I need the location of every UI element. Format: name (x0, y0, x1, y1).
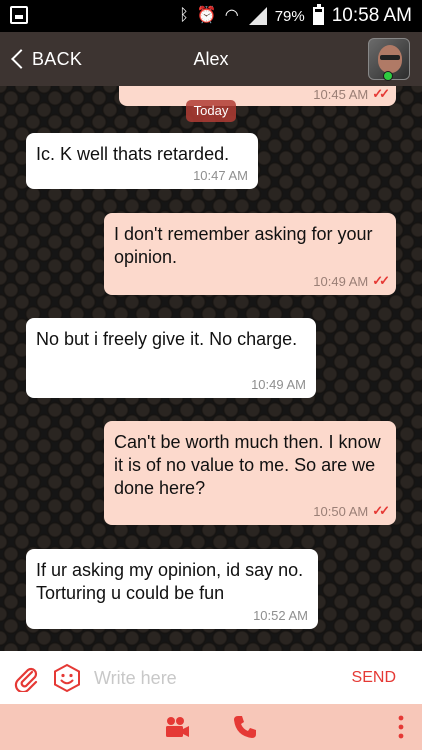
message-bubble-received[interactable]: Ic. K well thats retarded. 10:47 AM (26, 133, 258, 189)
action-bar (0, 704, 422, 750)
message-time: 10:45 AM (313, 86, 369, 102)
message-bubble-sent[interactable]: 10:45 AM ✓✓ (119, 86, 396, 106)
message-bubble-sent[interactable]: Can't be worth much then. I know it is o… (104, 421, 396, 525)
message-text: Can't be worth much then. I know it is o… (114, 432, 381, 498)
message-bubble-received[interactable]: No but i freely give it. No charge. 10:4… (26, 318, 316, 398)
status-icons: ᛒ ⏰ ◠ 79% 10:58 AM (179, 4, 412, 28)
message-meta: 10:45 AM ✓✓ (313, 86, 390, 102)
message-time: 10:50 AM (313, 503, 369, 519)
chat-header: Alex BACK (0, 32, 422, 86)
video-camera-icon[interactable] (164, 714, 190, 740)
wifi-icon: ◠ (224, 7, 239, 24)
message-text: I don't remember asking for your opinion… (114, 224, 373, 267)
message-input[interactable] (94, 661, 334, 695)
battery-icon (312, 4, 324, 25)
back-button[interactable]: BACK (8, 32, 82, 86)
message-meta: 10:50 AM ✓✓ (313, 503, 390, 519)
alarm-icon: ⏰ (196, 7, 217, 24)
message-meta: 10:49 AM (251, 377, 306, 392)
message-bubble-received[interactable]: If ur asking my opinion, id say no. Tort… (26, 549, 318, 629)
message-bubble-sent[interactable]: I don't remember asking for your opinion… (104, 213, 396, 295)
paperclip-icon[interactable] (12, 664, 40, 692)
signal-icon (247, 7, 267, 25)
message-text: No but i freely give it. No charge. (36, 329, 298, 349)
message-composer: SEND (0, 651, 422, 704)
message-time: 10:52 AM (253, 608, 308, 623)
back-label: BACK (32, 48, 83, 69)
status-bar: ᛒ ⏰ ◠ 79% 10:58 AM (0, 0, 422, 32)
battery-percent: 79% (274, 7, 305, 25)
message-time: 10:49 AM (251, 377, 306, 392)
read-receipt-icon: ✓✓ (372, 273, 390, 288)
message-meta: 10:52 AM (253, 608, 308, 623)
message-meta: 10:49 AM ✓✓ (313, 273, 390, 289)
bluetooth-icon: ᛒ (179, 7, 189, 24)
message-time: 10:47 AM (193, 168, 248, 183)
read-receipt-icon: ✓✓ (372, 503, 390, 518)
message-meta: 10:47 AM (193, 168, 248, 183)
phone-icon[interactable] (232, 714, 258, 740)
message-text: If ur asking my opinion, id say no. Tort… (36, 560, 304, 603)
chevron-left-icon (11, 49, 31, 69)
send-button[interactable]: SEND (352, 651, 396, 704)
status-time: 10:58 AM (331, 5, 412, 26)
message-text: Ic. K well thats retarded. (36, 144, 230, 164)
message-time: 10:49 AM (313, 273, 369, 289)
vertical-dots-icon[interactable] (396, 714, 406, 740)
avatar-glasses (380, 55, 400, 60)
online-status-dot (383, 71, 393, 81)
message-list[interactable]: 10:45 AM ✓✓ Today Ic. K well thats retar… (0, 86, 422, 651)
smiley-hexagon-icon[interactable] (52, 663, 82, 693)
screenshot-notification-icon (10, 6, 28, 24)
read-receipt-icon: ✓✓ (372, 86, 390, 101)
date-divider: Today (186, 100, 236, 122)
